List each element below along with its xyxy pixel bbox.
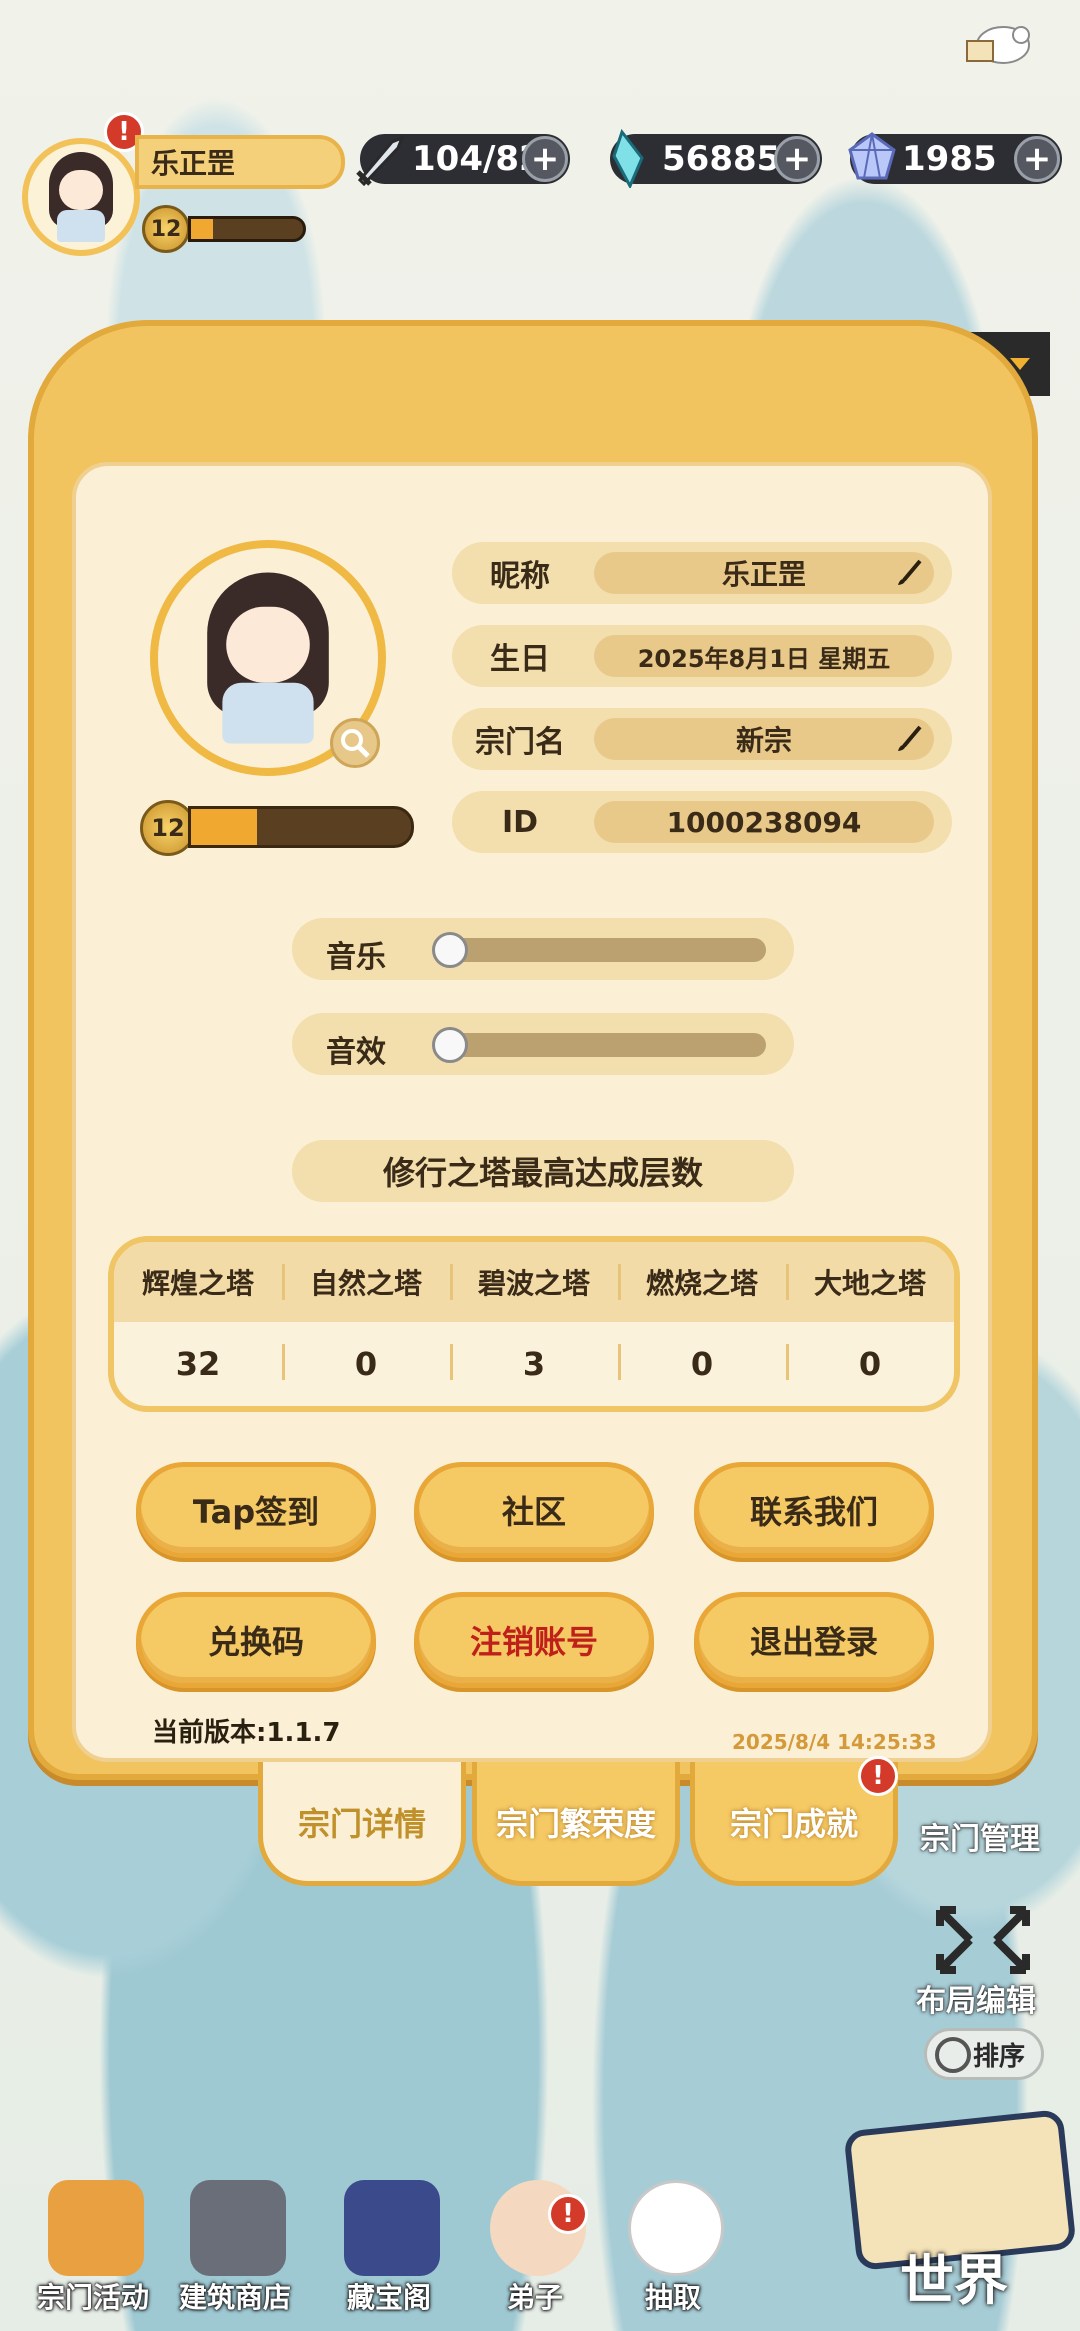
- contact-us-button[interactable]: 联系我们: [694, 1462, 934, 1558]
- owl-icon: [628, 2180, 724, 2276]
- tower-header-cell: 燃烧之塔: [618, 1242, 786, 1322]
- music-label: 音乐: [326, 940, 386, 975]
- player-name-bar: 乐正罡: [135, 135, 345, 189]
- nickname-row: 昵称 乐正罡: [452, 542, 952, 604]
- tower-table: 辉煌之塔 自然之塔 碧波之塔 燃烧之塔 大地之塔 32 0 3 0 0: [108, 1236, 960, 1412]
- mail-bird-icon[interactable]: [955, 15, 1045, 75]
- nav-sect-activity[interactable]: 宗门活动: [28, 2180, 158, 2330]
- magnify-icon[interactable]: [330, 718, 380, 768]
- disciples-alert-badge: !: [548, 2194, 588, 2234]
- nav-building-shop[interactable]: 建筑商店: [170, 2180, 300, 2330]
- id-value: 1000238094: [594, 801, 934, 843]
- refresh-icon: [935, 2037, 971, 2073]
- profile-level-fill: [191, 809, 257, 845]
- player-avatar[interactable]: [22, 138, 140, 256]
- sect-manage-label[interactable]: 宗门管理: [920, 1814, 1040, 1858]
- treasure-pavilion-icon: [344, 2180, 440, 2276]
- nickname-label: 昵称: [490, 559, 550, 594]
- nav-label: 宗门活动: [36, 2281, 149, 2314]
- tower-title: 修行之塔最高达成层数: [292, 1140, 794, 1202]
- sfx-slider[interactable]: [434, 1033, 766, 1057]
- sect-name-value: 新宗: [594, 718, 934, 760]
- edit-brush-icon[interactable]: [894, 724, 924, 754]
- tower-header-cell: 碧波之塔: [450, 1242, 618, 1322]
- music-row: 音乐: [292, 918, 794, 980]
- add-stamina-button[interactable]: +: [522, 136, 568, 182]
- nav-label: 藏宝阁: [346, 2281, 431, 2314]
- sfx-row: 音效: [292, 1013, 794, 1075]
- sort-label: 排序: [972, 2041, 1025, 2072]
- tab-sect-prosperity[interactable]: 宗门繁荣度: [472, 1762, 680, 1886]
- tower-value-cell: 0: [618, 1322, 786, 1406]
- logout-button[interactable]: 退出登录: [694, 1592, 934, 1688]
- version-text: 当前版本:1.1.7: [152, 1718, 341, 1748]
- profile-level: 12: [151, 814, 185, 842]
- player-level: 12: [150, 216, 182, 242]
- music-slider-knob[interactable]: [432, 932, 468, 968]
- nav-label: 建筑商店: [178, 2281, 291, 2314]
- resource-gem: 1985 +: [848, 132, 1062, 184]
- achievements-alert-badge: !: [858, 1756, 898, 1796]
- profile-level-bar: [188, 806, 414, 848]
- shop-building-icon: [190, 2180, 286, 2276]
- layout-edit-icon[interactable]: [930, 1900, 1036, 1980]
- nav-label: 弟子: [506, 2281, 563, 2314]
- resource-stamina: 104/82 +: [356, 134, 570, 187]
- add-gem-button[interactable]: +: [1014, 136, 1060, 182]
- tower-value-cell: 3: [450, 1322, 618, 1406]
- tap-checkin-button[interactable]: Tap签到: [136, 1462, 376, 1558]
- birthday-label: 生日: [490, 642, 550, 677]
- tower-value-cell: 32: [175, 1345, 221, 1383]
- id-row: ID 1000238094: [452, 791, 952, 853]
- avatar-figure: [41, 152, 121, 242]
- birthday-value: 2025年8月1日 星期五: [594, 635, 934, 677]
- tower-table-header: 辉煌之塔 自然之塔 碧波之塔 燃烧之塔 大地之塔: [114, 1242, 954, 1322]
- nickname-value: 乐正罡: [594, 552, 934, 594]
- world-label: 世界: [900, 2249, 1008, 2312]
- tower-header-cell: 大地之塔: [786, 1242, 954, 1322]
- player-level-fill: [191, 219, 214, 239]
- crystal-value: 56885: [662, 139, 781, 179]
- pagoda-icon: [48, 2180, 144, 2276]
- layout-edit-label[interactable]: 布局编辑: [916, 1976, 1036, 2020]
- tower-table-row: 32 0 3 0 0: [114, 1322, 954, 1406]
- gem-value: 1985: [902, 139, 997, 179]
- sword-icon: [350, 126, 414, 190]
- crystal-icon: [600, 126, 664, 190]
- sect-name-text: 新宗: [735, 724, 792, 757]
- tower-header-cell: 辉煌之塔: [141, 1267, 254, 1300]
- portrait-figure: [192, 572, 344, 744]
- redeem-code-button[interactable]: 兑换码: [136, 1592, 376, 1688]
- birthday-row: 生日 2025年8月1日 星期五: [452, 625, 952, 687]
- sort-button[interactable]: 排序: [924, 2028, 1044, 2080]
- community-button[interactable]: 社区: [414, 1462, 654, 1558]
- tower-header-cell: 自然之塔: [282, 1242, 450, 1322]
- gem-icon: [840, 126, 904, 190]
- nickname-text: 乐正罡: [721, 558, 806, 591]
- sect-name-label: 宗门名: [475, 725, 565, 760]
- player-level-badge: 12: [142, 205, 190, 253]
- nav-treasure-pavilion[interactable]: 藏宝阁: [324, 2180, 454, 2330]
- tower-value-cell: 0: [786, 1322, 954, 1406]
- player-name: 乐正罡: [151, 147, 236, 180]
- sfx-label: 音效: [326, 1035, 386, 1070]
- music-slider[interactable]: [434, 938, 766, 962]
- tab-sect-details[interactable]: 宗门详情: [258, 1762, 466, 1886]
- timestamp-text: 2025/8/4 14:25:33: [732, 1730, 937, 1754]
- tower-value-cell: 0: [282, 1322, 450, 1406]
- edit-brush-icon[interactable]: [894, 558, 924, 588]
- nav-label: 抽取: [644, 2281, 701, 2314]
- sect-name-row: 宗门名 新宗: [452, 708, 952, 770]
- nav-gacha[interactable]: 抽取: [608, 2180, 738, 2330]
- world-button[interactable]: 世界: [830, 2108, 1080, 2331]
- id-label: ID: [501, 804, 539, 840]
- sfx-slider-knob[interactable]: [432, 1027, 468, 1063]
- player-level-bar: [188, 216, 306, 242]
- resource-crystal: 56885 +: [610, 128, 822, 188]
- add-crystal-button[interactable]: +: [774, 136, 820, 182]
- delete-account-button[interactable]: 注销账号: [414, 1592, 654, 1688]
